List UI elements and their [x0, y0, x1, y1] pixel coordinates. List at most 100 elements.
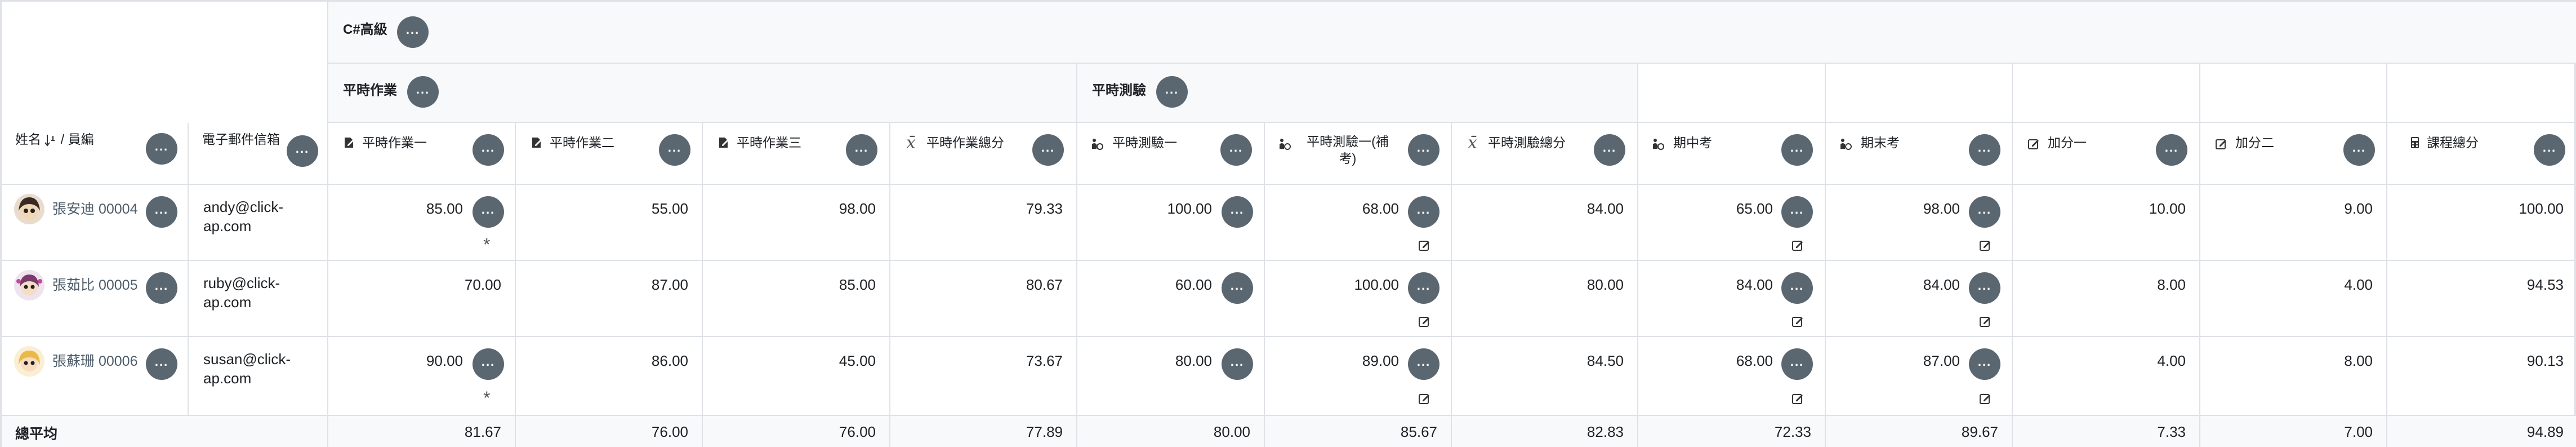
grade-cell[interactable]: 87.00 ...: [1826, 337, 2013, 416]
grade-menu-button[interactable]: ...: [1781, 196, 1813, 228]
override-edit-icon[interactable]: [1979, 392, 1991, 405]
grade-cell[interactable]: 65.00 ...: [1638, 185, 1826, 261]
grade-cell[interactable]: 100.00: [2387, 185, 2576, 261]
grade-menu-button[interactable]: ...: [1222, 272, 1253, 304]
grade-cell[interactable]: 73.67: [890, 337, 1077, 416]
grade-cell[interactable]: 68.00 ...: [1638, 337, 1826, 416]
bonus1-column-menu-button[interactable]: ...: [2156, 134, 2187, 166]
override-edit-icon[interactable]: [1418, 239, 1430, 251]
grade-cell[interactable]: 90.00 ... *: [328, 337, 516, 416]
midterm-column-title[interactable]: 期中考: [1673, 134, 1712, 151]
grade-menu-button[interactable]: ...: [1222, 196, 1253, 228]
grade-cell[interactable]: 85.00: [703, 261, 890, 337]
grade-cell[interactable]: 87.00: [516, 261, 703, 337]
hw-total-column-menu-button[interactable]: ...: [1032, 134, 1064, 166]
avatar[interactable]: [14, 194, 44, 224]
sort-by-name-link[interactable]: 姓名: [15, 132, 41, 147]
grade-cell[interactable]: 9.00: [2200, 185, 2387, 261]
student-name-link[interactable]: 張安迪 00004: [52, 201, 138, 218]
grade-menu-button[interactable]: ...: [1969, 272, 2000, 304]
grade-menu-button[interactable]: ...: [1969, 196, 2000, 228]
empty-category-cell: [2013, 64, 2200, 123]
grade-menu-button[interactable]: ...: [1222, 348, 1253, 380]
grade-cell[interactable]: 60.00 ...: [1077, 261, 1265, 337]
grade-cell[interactable]: 55.00: [516, 185, 703, 261]
grade-cell[interactable]: 45.00: [703, 337, 890, 416]
grade-cell[interactable]: 70.00: [328, 261, 516, 337]
grade-cell[interactable]: 86.00: [516, 337, 703, 416]
avatar[interactable]: [14, 346, 44, 377]
student-menu-button[interactable]: ...: [146, 196, 177, 228]
hw1-column-title[interactable]: 平時作業一: [362, 134, 427, 151]
grade-cell[interactable]: 80.00: [1452, 261, 1638, 337]
grade-cell[interactable]: 100.00 ...: [1265, 261, 1452, 337]
override-edit-icon[interactable]: [1979, 239, 1991, 251]
grade-value: 10.00: [2149, 200, 2186, 217]
grade-menu-button[interactable]: ...: [1408, 272, 1439, 304]
grade-cell[interactable]: 68.00 ...: [1265, 185, 1452, 261]
grade-cell[interactable]: 84.00 ...: [1638, 261, 1826, 337]
sort-by-id-link[interactable]: 員編: [68, 132, 94, 147]
bonus2-column-menu-button[interactable]: ...: [2343, 134, 2375, 166]
student-name-cell: 張蘇珊 00006 ...: [2, 337, 189, 416]
grade-menu-button[interactable]: ...: [473, 348, 504, 380]
quiz-total-column-menu-button[interactable]: ...: [1594, 134, 1625, 166]
course-menu-button[interactable]: ...: [397, 16, 429, 48]
grade-cell[interactable]: 98.00: [703, 185, 890, 261]
override-edit-icon[interactable]: [1791, 392, 1804, 405]
grade-cell[interactable]: 85.00 ... *: [328, 185, 516, 261]
grade-cell[interactable]: 4.00: [2013, 337, 2200, 416]
avatar[interactable]: [14, 270, 44, 300]
course-total-column-menu-button[interactable]: ...: [2534, 134, 2565, 166]
hw3-column-header: 平時作業三 ...: [703, 123, 890, 185]
grade-cell[interactable]: 100.00 ...: [1077, 185, 1265, 261]
grade-cell[interactable]: 8.00: [2013, 261, 2200, 337]
quiz1b-column-title[interactable]: 平時測驗一(補考): [1300, 133, 1396, 167]
grade-cell[interactable]: 80.00 ...: [1077, 337, 1265, 416]
grade-menu-button[interactable]: ...: [473, 196, 504, 228]
category-quiz-menu-button[interactable]: ...: [1156, 76, 1188, 108]
midterm-column-menu-button[interactable]: ...: [1781, 134, 1813, 166]
course-title: C#高級: [343, 22, 387, 37]
grade-cell[interactable]: 8.00: [2200, 337, 2387, 416]
override-edit-icon[interactable]: [1418, 392, 1430, 405]
grade-cell[interactable]: 94.53: [2387, 261, 2576, 337]
student-menu-button[interactable]: ...: [146, 348, 177, 380]
email-column-menu-button[interactable]: ...: [287, 135, 318, 167]
grade-cell[interactable]: 84.00: [1452, 185, 1638, 261]
name-column-menu-button[interactable]: ...: [146, 133, 177, 165]
quiz1-column-title[interactable]: 平時測驗一: [1112, 134, 1177, 151]
grade-cell[interactable]: 4.00: [2200, 261, 2387, 337]
grade-menu-button[interactable]: ...: [1781, 348, 1813, 380]
grade-cell[interactable]: 89.00 ...: [1265, 337, 1452, 416]
student-menu-button[interactable]: ...: [146, 272, 177, 304]
grade-cell[interactable]: 79.33: [890, 185, 1077, 261]
hw2-column-title[interactable]: 平時作業二: [550, 134, 614, 151]
override-edit-icon[interactable]: [1791, 315, 1804, 327]
hw3-column-menu-button[interactable]: ...: [846, 134, 877, 166]
override-edit-icon[interactable]: [1791, 239, 1804, 251]
sort-icon[interactable]: [44, 134, 57, 147]
override-edit-icon[interactable]: [1418, 315, 1430, 327]
grade-cell[interactable]: 80.67: [890, 261, 1077, 337]
grade-cell[interactable]: 90.13: [2387, 337, 2576, 416]
grade-menu-button[interactable]: ...: [1408, 348, 1439, 380]
hw3-column-title[interactable]: 平時作業三: [737, 134, 801, 151]
final-column-title[interactable]: 期末考: [1861, 134, 1900, 151]
category-homework-menu-button[interactable]: ...: [407, 76, 439, 108]
grade-cell[interactable]: 10.00: [2013, 185, 2200, 261]
student-name-link[interactable]: 張蘇珊 00006: [52, 353, 138, 370]
quiz1b-column-menu-button[interactable]: ...: [1408, 134, 1439, 166]
hw2-column-menu-button[interactable]: ...: [659, 134, 690, 166]
quiz1-column-menu-button[interactable]: ...: [1220, 134, 1252, 166]
grade-menu-button[interactable]: ...: [1781, 272, 1813, 304]
grade-cell[interactable]: 84.00 ...: [1826, 261, 2013, 337]
override-edit-icon[interactable]: [1979, 315, 1991, 327]
grade-menu-button[interactable]: ...: [1408, 196, 1439, 228]
grade-cell[interactable]: 98.00 ...: [1826, 185, 2013, 261]
hw1-column-menu-button[interactable]: ...: [473, 134, 504, 166]
grade-menu-button[interactable]: ...: [1969, 348, 2000, 380]
final-column-menu-button[interactable]: ...: [1969, 134, 2000, 166]
grade-cell[interactable]: 84.50: [1452, 337, 1638, 416]
student-name-link[interactable]: 張茹比 00005: [52, 277, 138, 294]
